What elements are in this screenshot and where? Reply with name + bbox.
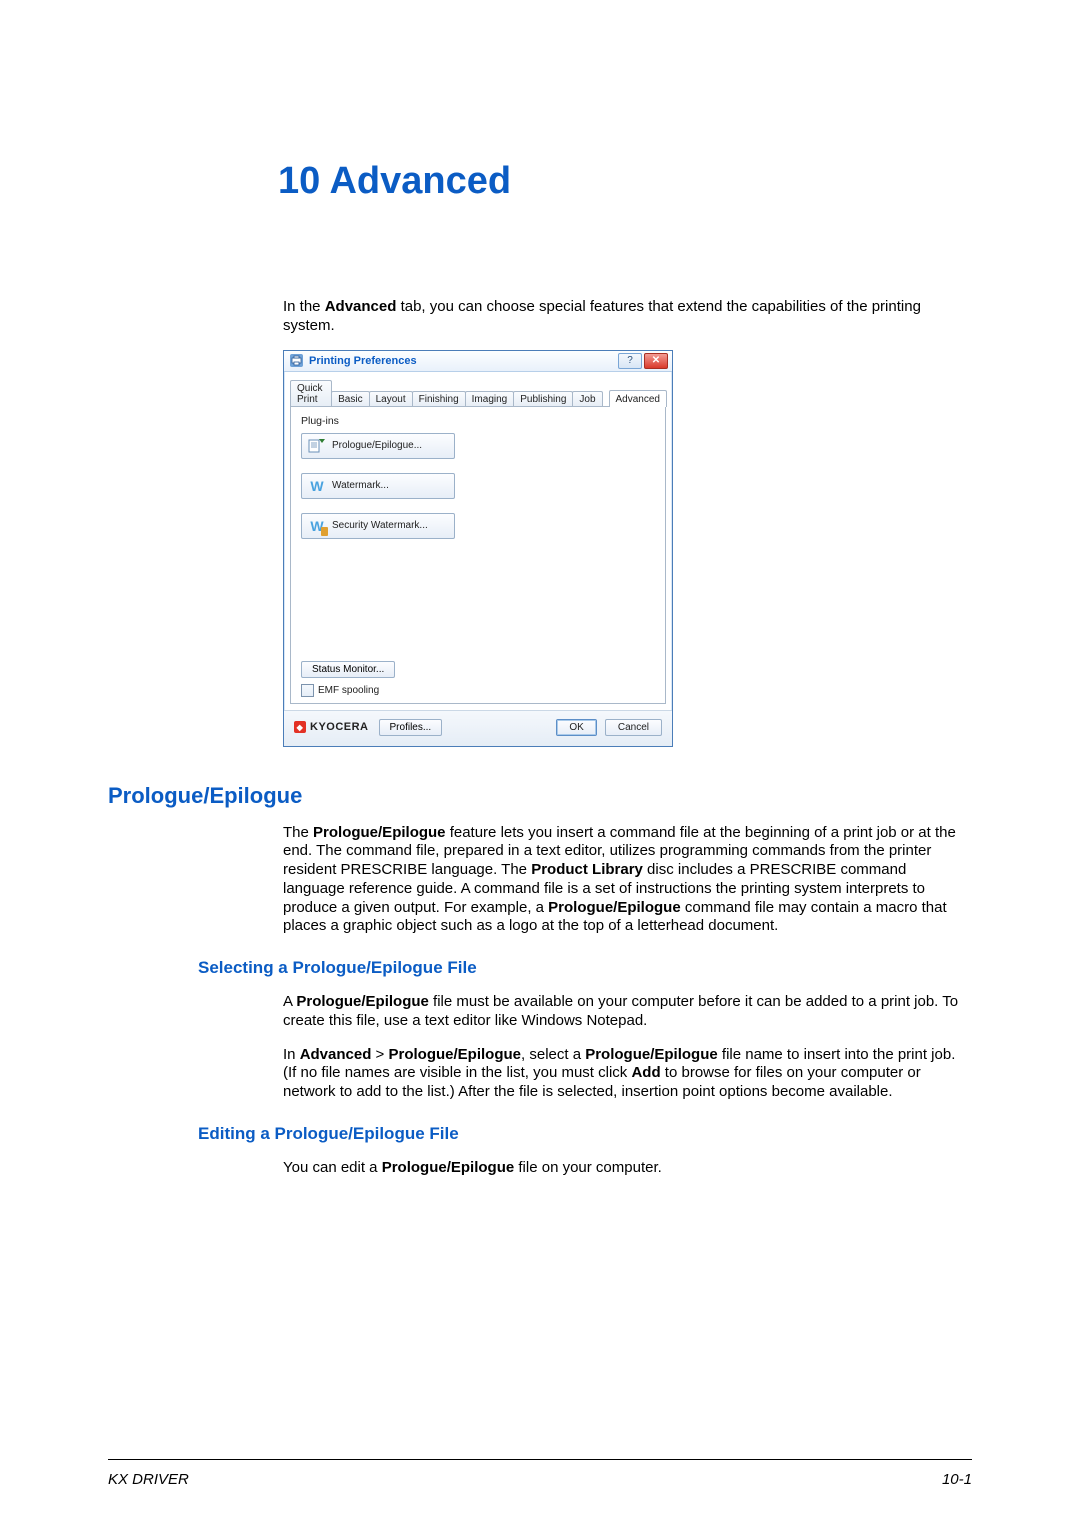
t: Product Library [531, 861, 643, 878]
page-footer: KX DRIVER 10-1 [108, 1471, 972, 1488]
intro-paragraph: In the Advanced tab, you can choose spec… [283, 298, 972, 336]
cancel-button[interactable]: Cancel [605, 719, 662, 736]
editing-subheading: Editing a Prologue/Epilogue File [198, 1124, 972, 1144]
t: Prologue/Epilogue [313, 824, 446, 841]
tab-layout[interactable]: Layout [369, 391, 413, 407]
watermark-label: Watermark... [332, 480, 389, 491]
security-watermark-label: Security Watermark... [332, 520, 428, 531]
brand-text: KYOCERA [310, 721, 369, 733]
emf-spooling-checkbox[interactable] [301, 684, 314, 697]
help-icon: ? [627, 355, 633, 366]
prologue-epilogue-button[interactable]: Prologue/Epilogue... [301, 433, 455, 459]
t: Prologue/Epilogue [296, 993, 429, 1010]
selecting-subheading: Selecting a Prologue/Epilogue File [198, 958, 972, 978]
intro-prefix: In the [283, 298, 325, 315]
tab-job[interactable]: Job [572, 391, 602, 407]
chapter-title: 10 Advanced [278, 160, 972, 203]
prologue-epilogue-icon [308, 437, 326, 455]
t: Advanced [300, 1046, 372, 1063]
tab-quick-print[interactable]: Quick Print [290, 380, 332, 407]
prologue-section-heading: Prologue/Epilogue [108, 783, 972, 809]
advanced-panel: Plug-ins Prologue/Epilogue... [290, 406, 666, 704]
brand-logo: ◆ KYOCERA [294, 721, 369, 733]
tab-imaging[interactable]: Imaging [465, 391, 515, 407]
help-button[interactable]: ? [618, 353, 642, 369]
t: Prologue/Epilogue [548, 899, 681, 916]
status-monitor-button[interactable]: Status Monitor... [301, 661, 395, 678]
ok-button[interactable]: OK [556, 719, 596, 736]
t: Prologue/Epilogue [382, 1159, 515, 1176]
close-button[interactable]: ✕ [644, 353, 668, 369]
t: Prologue/Epilogue [585, 1046, 718, 1063]
emf-spooling-row: EMF spooling [301, 684, 655, 697]
watermark-icon: W [308, 477, 326, 495]
t: The [283, 824, 313, 841]
tab-basic[interactable]: Basic [331, 391, 369, 407]
prologue-epilogue-label: Prologue/Epilogue... [332, 440, 422, 451]
editing-paragraph: You can edit a Prologue/Epilogue file on… [283, 1159, 972, 1178]
footer-right: 10-1 [942, 1471, 972, 1488]
tab-row: Quick Print Basic Layout Finishing Imagi… [290, 380, 666, 407]
window-buttons: ? ✕ [618, 353, 668, 369]
t: file on your computer. [514, 1159, 662, 1176]
security-watermark-button[interactable]: W Security Watermark... [301, 513, 455, 539]
brand-mark-icon: ◆ [294, 721, 306, 733]
chapter-name: Advanced [329, 160, 511, 202]
t: You can edit a [283, 1159, 382, 1176]
dialog-button-bar: ◆ KYOCERA Profiles... OK Cancel [284, 710, 672, 746]
emf-spooling-label: EMF spooling [318, 685, 379, 696]
plugins-label: Plug-ins [301, 415, 655, 427]
chapter-number: 10 [278, 160, 320, 202]
tab-finishing[interactable]: Finishing [412, 391, 466, 407]
profiles-button[interactable]: Profiles... [379, 719, 443, 736]
footer-left: KX DRIVER [108, 1471, 189, 1488]
t: A [283, 993, 296, 1010]
selecting-paragraph-1: A Prologue/Epilogue file must be availab… [283, 993, 972, 1031]
watermark-button[interactable]: W Watermark... [301, 473, 455, 499]
printer-icon [290, 354, 303, 367]
t: Add [631, 1064, 660, 1081]
t: Prologue/Epilogue [389, 1046, 522, 1063]
dialog-title: Printing Preferences [309, 355, 618, 367]
t: > [371, 1046, 388, 1063]
prologue-paragraph: The Prologue/Epilogue feature lets you i… [283, 824, 972, 937]
tab-advanced[interactable]: Advanced [609, 390, 667, 407]
close-icon: ✕ [652, 355, 660, 366]
selecting-paragraph-2: In Advanced > Prologue/Epilogue, select … [283, 1046, 972, 1102]
t: , select a [521, 1046, 585, 1063]
footer-rule [108, 1459, 972, 1460]
tab-publishing[interactable]: Publishing [513, 391, 573, 407]
dialog-title-bar: Printing Preferences ? ✕ [284, 351, 672, 372]
t: In [283, 1046, 300, 1063]
security-watermark-icon: W [308, 517, 326, 535]
intro-bold: Advanced [325, 298, 397, 315]
printing-preferences-dialog: Printing Preferences ? ✕ Quick Print Bas… [283, 350, 673, 747]
